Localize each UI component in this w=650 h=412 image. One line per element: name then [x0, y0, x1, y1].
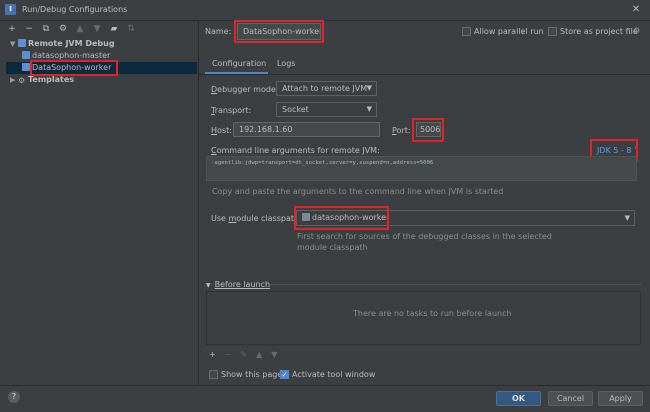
- tree-item-label: datasophon-master: [32, 51, 111, 60]
- store-project-label: Store as project file: [560, 27, 638, 36]
- configurations-toolbar: + − ⧉ ⚙ ▲ ▼ ▰ ⇅: [8, 23, 135, 35]
- debugger-mode-select[interactable]: Attach to remote JVM ▼: [276, 81, 377, 96]
- footer-divider: [0, 385, 650, 386]
- remote-debug-icon: [22, 51, 30, 59]
- move-up-icon[interactable]: ▲: [76, 24, 84, 34]
- port-label: Port:: [392, 126, 411, 135]
- move-up-icon[interactable]: ▲: [256, 350, 262, 359]
- before-launch-task-list[interactable]: [206, 291, 641, 345]
- gear-icon[interactable]: ⚙: [633, 26, 640, 35]
- activate-tool-checkbox[interactable]: ✓: [280, 370, 289, 379]
- before-launch-empty-text: There are no tasks to run before launch: [353, 309, 512, 318]
- wrench-icon: ⚙: [18, 76, 26, 85]
- chevron-down-icon: ▼: [366, 84, 372, 92]
- highlight-box-tree-item: [30, 60, 118, 76]
- tabs-divider: [199, 74, 650, 75]
- chevron-down-icon[interactable]: ▼: [10, 38, 18, 50]
- host-input[interactable]: 192.168.1.60: [233, 122, 380, 137]
- host-label: Host:: [211, 126, 232, 135]
- store-project-checkbox[interactable]: [548, 27, 557, 36]
- highlight-box-name: [234, 20, 324, 43]
- module-hint-line2: module classpath: [297, 243, 368, 252]
- edit-task-icon[interactable]: ✎: [240, 350, 247, 359]
- cmd-args-label: Command line arguments for remote JVM:: [211, 146, 380, 155]
- remote-debug-icon: [22, 63, 30, 71]
- remove-configuration-icon[interactable]: −: [25, 24, 33, 34]
- intellij-app-icon: I: [5, 4, 16, 15]
- chevron-down-icon: ▼: [206, 282, 211, 289]
- sort-icon[interactable]: ⇅: [127, 24, 135, 34]
- highlight-box-module: [294, 206, 389, 230]
- before-launch-label: Before launch: [214, 280, 271, 289]
- highlight-box-port: [412, 118, 444, 142]
- remove-task-icon[interactable]: −: [225, 350, 232, 359]
- show-page-checkbox[interactable]: [209, 370, 218, 379]
- remote-debug-icon: [18, 39, 26, 47]
- name-label: Name:: [205, 27, 232, 36]
- chevron-right-icon[interactable]: ▶: [10, 74, 18, 86]
- apply-button[interactable]: Apply: [598, 391, 643, 406]
- tab-logs[interactable]: Logs: [277, 59, 295, 68]
- window-close-icon[interactable]: ✕: [628, 2, 644, 17]
- tab-configuration[interactable]: Configuration: [212, 59, 266, 68]
- allow-parallel-checkbox[interactable]: [462, 27, 471, 36]
- window-title: Run/Debug Configurations: [22, 5, 128, 14]
- configurations-tree: ▼ Remote JVM Debug datasophon-master Data…: [6, 37, 197, 380]
- debugger-mode-value: Attach to remote JVM: [282, 84, 368, 93]
- copy-hint-text: Copy and paste the arguments to the comm…: [212, 187, 504, 196]
- tree-group-label: Remote JVM Debug: [28, 39, 115, 48]
- add-configuration-icon[interactable]: +: [8, 24, 16, 34]
- transport-select[interactable]: Socket ▼: [276, 102, 377, 117]
- move-down-icon[interactable]: ▼: [93, 24, 101, 34]
- module-classpath-label: Use module classpath:: [211, 214, 302, 223]
- chevron-down-icon: ▼: [624, 214, 630, 222]
- debugger-mode-label: Debugger mode:: [211, 85, 279, 94]
- before-launch-header[interactable]: ▼ Before launch: [206, 280, 270, 289]
- module-hint-line1: First search for sources of the debugged…: [297, 232, 552, 241]
- help-icon[interactable]: ?: [8, 391, 20, 403]
- copy-configuration-icon[interactable]: ⧉: [42, 24, 50, 34]
- chevron-down-icon: ▼: [366, 105, 372, 113]
- show-page-label: Show this page: [221, 370, 283, 379]
- tree-group-label: Templates: [28, 75, 75, 84]
- before-launch-toolbar: + − ✎ ▲ ▼: [209, 350, 277, 359]
- activate-tool-label: Activate tool window: [292, 370, 376, 379]
- allow-parallel-label: Allow parallel run: [474, 27, 544, 36]
- tree-group-remote-jvm-debug[interactable]: ▼ Remote JVM Debug: [10, 38, 201, 50]
- cmd-args-value[interactable]: -agentlib:jdwp=transport=dt_socket,serve…: [211, 160, 433, 166]
- add-task-icon[interactable]: +: [209, 350, 216, 359]
- before-launch-separator: [270, 284, 641, 285]
- move-down-icon[interactable]: ▼: [271, 350, 277, 359]
- ok-button[interactable]: OK: [496, 391, 541, 406]
- cancel-button[interactable]: Cancel: [548, 391, 593, 406]
- transport-label: Transport:: [211, 106, 252, 115]
- wrench-settings-icon[interactable]: ⚙: [59, 24, 67, 34]
- transport-value: Socket: [282, 105, 309, 114]
- folder-icon[interactable]: ▰: [110, 24, 118, 34]
